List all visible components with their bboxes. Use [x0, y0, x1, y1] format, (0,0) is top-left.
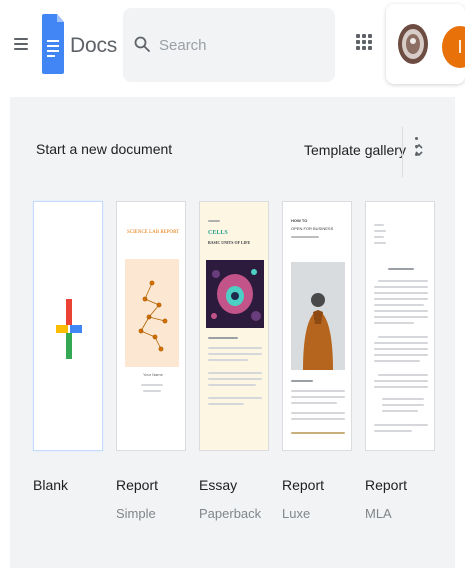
- thumb-subheading: BASIC UNITS OF LIFE: [208, 240, 251, 245]
- thumb-subheading: OPEN FOR BUSINESS: [291, 226, 334, 231]
- person-photo-graphic: [291, 262, 345, 370]
- thumb-caption: Your Name: [143, 372, 163, 377]
- section-title: Start a new document: [36, 141, 173, 157]
- thumb-heading: SCIENCE LAB REPORT: [127, 230, 180, 235]
- molecule-graphic: [138, 280, 168, 352]
- plus-icon: [56, 299, 82, 359]
- search-input[interactable]: [157, 34, 331, 56]
- template-thumbnail[interactable]: SCIENCE LAB REPORT Your Name: [116, 201, 186, 451]
- thumb-heading: HOW TO: [291, 218, 308, 223]
- search-box[interactable]: [123, 8, 335, 82]
- user-avatar[interactable]: I: [442, 26, 465, 68]
- docs-logo-icon[interactable]: [42, 14, 64, 74]
- app-title[interactable]: Docs: [70, 34, 117, 58]
- template-gallery-label: Template gallery: [304, 142, 406, 158]
- template-gallery-button[interactable]: Template gallery: [304, 137, 424, 163]
- template-report-mla[interactable]: [365, 201, 435, 453]
- template-title[interactable]: Blank: [33, 477, 68, 493]
- divider: [402, 127, 403, 177]
- template-subtitle: Luxe: [282, 506, 311, 521]
- template-blank[interactable]: [33, 201, 103, 453]
- template-thumbnail[interactable]: HOW TO OPEN FOR BUSINESS: [282, 201, 352, 451]
- thumb-image: [206, 260, 264, 328]
- template-essay-paperback[interactable]: CELLS BASIC UNITS OF LIFE: [199, 201, 269, 453]
- menu-icon[interactable]: [14, 38, 28, 50]
- template-report-simple[interactable]: SCIENCE LAB REPORT Your Name: [116, 201, 186, 453]
- template-subtitle: Simple: [116, 506, 156, 521]
- organization-avatar[interactable]: [396, 22, 430, 66]
- app-header: Docs I: [0, 0, 465, 92]
- apps-grid-icon[interactable]: [356, 34, 372, 50]
- template-thumbnail[interactable]: CELLS BASIC UNITS OF LIFE: [199, 201, 269, 451]
- template-report-luxe[interactable]: HOW TO OPEN FOR BUSINESS: [282, 201, 352, 453]
- more-vert-icon[interactable]: [412, 137, 420, 165]
- template-title[interactable]: Report: [282, 477, 324, 493]
- template-title[interactable]: Report: [365, 477, 407, 493]
- template-title[interactable]: Report: [116, 477, 158, 493]
- template-subtitle: MLA: [365, 506, 392, 521]
- thumb-heading: CELLS: [208, 230, 228, 236]
- template-thumbnail[interactable]: [33, 201, 103, 451]
- template-subtitle: Paperback: [199, 506, 262, 521]
- search-icon[interactable]: [134, 36, 150, 52]
- account-area: I: [386, 4, 465, 84]
- template-thumbnail[interactable]: [365, 201, 435, 451]
- template-panel: Start a new document Template gallery Bl…: [10, 97, 455, 568]
- template-title[interactable]: Essay: [199, 477, 237, 493]
- cell-graphic: [211, 269, 261, 321]
- thumb-image: [291, 262, 345, 370]
- thumb-image: [125, 259, 179, 367]
